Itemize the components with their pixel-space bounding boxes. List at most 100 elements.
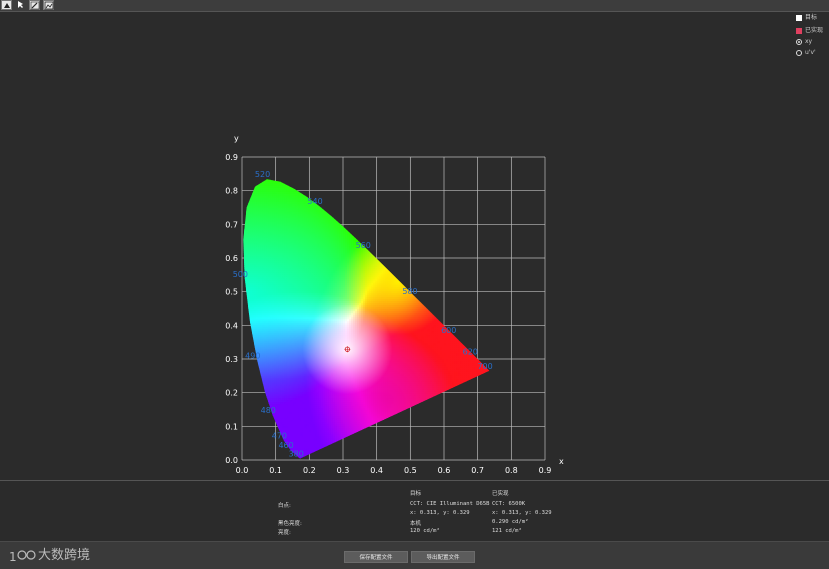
locus-cell: [256, 442, 259, 445]
locus-cell: [246, 403, 249, 406]
locus-cell: [262, 389, 265, 392]
locus-cell: [282, 452, 285, 455]
locus-cell: [252, 440, 255, 443]
legend-achieved: 已实现: [796, 25, 823, 34]
locus-cell: [242, 226, 245, 229]
locus-cell: [242, 399, 245, 402]
locus-cell: [260, 422, 263, 425]
locus-cell: [244, 298, 247, 301]
locus-cell: [244, 420, 247, 423]
locus-cell: [264, 436, 267, 439]
locus-cell: [311, 456, 314, 459]
locus-cell: [264, 442, 267, 445]
locus-cell: [256, 403, 259, 406]
locus-cell: [264, 430, 267, 433]
locus-cell: [313, 456, 316, 459]
locus-cell: [252, 428, 255, 431]
locus-cell: [242, 343, 245, 346]
locus-cell: [268, 420, 271, 423]
locus-cell: [244, 193, 247, 196]
locus-cell: [242, 185, 245, 188]
locus-cell: [258, 446, 261, 449]
locus-cell: [258, 438, 261, 441]
locus-cell: [242, 361, 245, 364]
locus-cell: [244, 201, 247, 204]
locus-cell: [311, 185, 314, 188]
locus-cell: [256, 389, 259, 392]
locus-cell: [252, 365, 255, 368]
locus-cell: [242, 193, 245, 196]
locus-cell: [301, 181, 304, 184]
locus-cell: [242, 401, 245, 404]
image-icon[interactable]: [43, 0, 54, 10]
locus-cell: [242, 373, 245, 376]
locus-cell: [250, 416, 253, 419]
locus-cell: [254, 389, 257, 392]
locus-cell: [303, 191, 306, 194]
locus-cell: [242, 218, 245, 221]
locus-cell: [252, 387, 255, 390]
locus-cell: [270, 452, 273, 455]
locus-cell: [244, 204, 247, 207]
pointer-icon[interactable]: [1, 0, 12, 10]
locus-cell: [299, 183, 302, 186]
locus-cell: [248, 436, 251, 439]
locus-cell: [256, 406, 259, 409]
locus-cell: [252, 434, 255, 437]
locus-cell: [260, 393, 263, 396]
locus-cell: [248, 442, 251, 445]
locus-cell: [268, 450, 271, 453]
locus-cell: [250, 414, 253, 417]
locus-cell: [246, 385, 249, 388]
locus-cell: [297, 179, 300, 182]
radio-xy-icon[interactable]: [796, 39, 802, 45]
edit-icon[interactable]: [29, 0, 40, 10]
radio-xy[interactable]: xy: [796, 38, 812, 45]
locus-cell: [254, 377, 257, 380]
locus-cell: [246, 446, 249, 449]
cursor-icon[interactable]: [15, 0, 26, 10]
locus-cell: [242, 363, 245, 366]
locus-cell: [248, 183, 251, 186]
locus-cell: [250, 369, 253, 372]
locus-cell: [256, 369, 259, 372]
locus-cell: [295, 181, 298, 184]
locus-cell: [260, 430, 263, 433]
locus-cell: [244, 434, 247, 437]
locus-cell: [242, 456, 245, 459]
locus-cell: [242, 317, 245, 320]
locus-cell: [252, 375, 255, 378]
locus-cell: [252, 412, 255, 415]
locus-cell: [246, 438, 249, 441]
locus-cell: [242, 341, 245, 344]
locus-cell: [289, 177, 292, 180]
locus-cell: [284, 177, 287, 180]
locus-cell: [258, 434, 261, 437]
locus-cell: [272, 456, 275, 459]
locus-cell: [258, 456, 261, 459]
locus-cell: [264, 452, 267, 455]
locus-cell: [248, 395, 251, 398]
locus-cell: [242, 412, 245, 415]
radio-uv[interactable]: u'v': [796, 49, 816, 56]
locus-cell: [291, 179, 294, 182]
locus-cell: [242, 422, 245, 425]
locus-cell: [248, 418, 251, 421]
locus-cell: [244, 393, 247, 396]
locus-cell: [242, 187, 245, 190]
locus-cell: [242, 389, 245, 392]
radio-uv-icon[interactable]: [796, 50, 802, 56]
locus-cell: [254, 385, 257, 388]
locus-cell: [254, 424, 257, 427]
locus-cell: [272, 177, 275, 180]
locus-cell: [242, 323, 245, 326]
locus-cell: [248, 365, 251, 368]
locus-cell: [258, 450, 261, 453]
locus-cell: [242, 367, 245, 370]
locus-cell: [246, 323, 249, 326]
locus-cell: [272, 446, 275, 449]
locus-cell: [252, 373, 255, 376]
locus-cell: [254, 381, 257, 384]
toolbar: [0, 0, 829, 12]
locus-cell: [242, 335, 245, 338]
